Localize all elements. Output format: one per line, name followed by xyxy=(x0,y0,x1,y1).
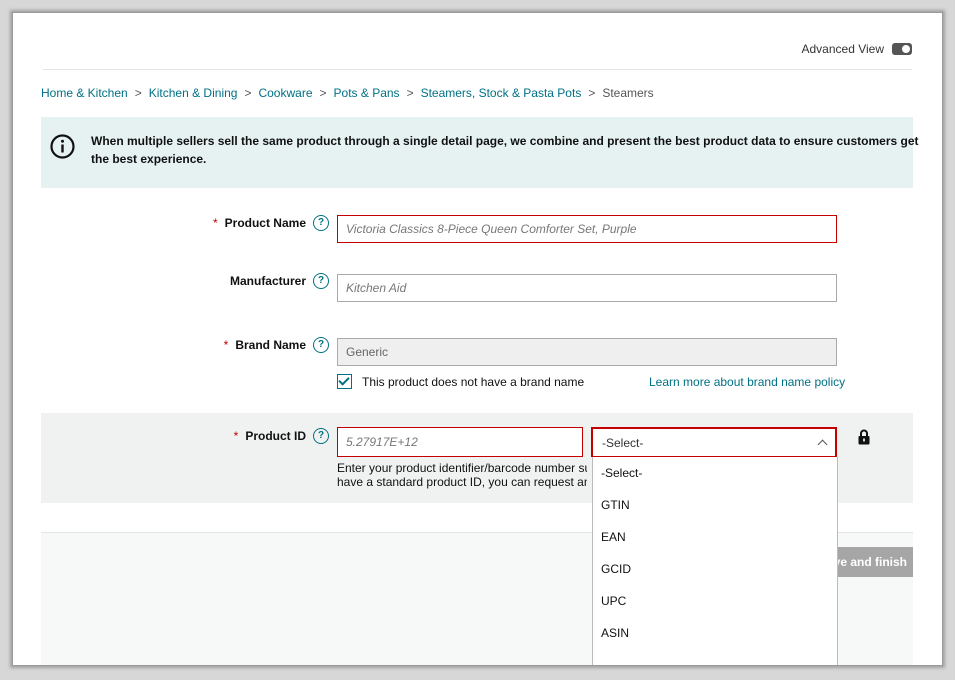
advanced-view-label: Advanced View xyxy=(801,42,885,56)
product-id-value: 5.27917E+12 xyxy=(346,435,418,449)
breadcrumb-separator: > xyxy=(588,86,596,100)
helper-text-line: have a standard product ID, you can requ… xyxy=(337,475,587,489)
breadcrumb-item-steamers-stock-pasta[interactable]: Steamers, Stock & Pasta Pots xyxy=(421,86,582,100)
dropdown-option-ean[interactable]: EAN xyxy=(593,521,837,553)
dropdown-option-select[interactable]: -Select- xyxy=(593,457,837,489)
dropdown-option-gtin[interactable]: GTIN xyxy=(593,489,837,521)
no-brand-checkbox-label: This product does not have a brand name xyxy=(362,374,585,389)
no-brand-checkbox[interactable] xyxy=(337,374,352,389)
dropdown-option-upc[interactable]: UPC xyxy=(593,585,837,617)
breadcrumb-separator: > xyxy=(319,86,327,100)
save-and-finish-button[interactable]: Save and finish xyxy=(831,547,913,577)
breadcrumb-item-home-kitchen[interactable]: Home & Kitchen xyxy=(41,86,128,100)
required-asterisk: * xyxy=(223,338,229,352)
breadcrumb-item-pots-pans[interactable]: Pots & Pans xyxy=(334,86,400,100)
product-name-input[interactable]: Victoria Classics 8-Piece Queen Comforte… xyxy=(337,215,837,243)
breadcrumb: Home & Kitchen > Kitchen & Dining > Cookware… xyxy=(41,86,654,100)
lock-icon xyxy=(858,429,870,445)
breadcrumb-separator: > xyxy=(406,86,414,100)
product-id-label-group: * Product ID ? xyxy=(234,428,329,444)
breadcrumb-separator: > xyxy=(244,86,252,100)
dropdown-option-asin[interactable]: ASIN xyxy=(593,617,837,649)
helper-text-line: Enter your product identifier/barcode nu… xyxy=(337,461,587,475)
info-banner: When multiple sellers sell the same prod… xyxy=(41,117,919,188)
brand-name-label-group: * Brand Name ? xyxy=(224,337,329,353)
divider xyxy=(43,69,912,70)
chevron-up-icon xyxy=(817,439,828,450)
info-message: When multiple sellers sell the same prod… xyxy=(91,134,919,166)
brand-name-value: Generic xyxy=(346,345,389,359)
product-name-label-group: * Product Name ? xyxy=(213,215,329,231)
product-id-label: Product ID xyxy=(245,429,306,443)
product-id-helper-text: Enter your product identifier/barcode nu… xyxy=(337,461,587,489)
breadcrumb-item-cookware[interactable]: Cookware xyxy=(258,86,312,100)
help-icon[interactable]: ? xyxy=(313,428,329,444)
info-icon xyxy=(50,134,75,159)
advanced-view-toggle[interactable]: Advanced View xyxy=(801,42,912,56)
product-id-type-dropdown: -Select- GTIN EAN GCID UPC ASIN xyxy=(592,457,838,665)
app-window: Advanced View Home & Kitchen > Kitchen & D… xyxy=(12,12,943,666)
no-brand-checkbox-row[interactable]: This product does not have a brand name xyxy=(337,374,584,389)
manufacturer-input[interactable]: Kitchen Aid xyxy=(337,274,837,302)
product-name-label: Product Name xyxy=(224,216,306,230)
required-asterisk: * xyxy=(212,216,218,230)
manufacturer-label: Manufacturer xyxy=(229,274,306,288)
toggle-switch-icon[interactable] xyxy=(892,43,912,55)
breadcrumb-item-kitchen-dining[interactable]: Kitchen & Dining xyxy=(149,86,238,100)
help-icon[interactable]: ? xyxy=(313,215,329,231)
product-id-type-select[interactable]: -Select- xyxy=(591,427,837,457)
manufacturer-label-group: Manufacturer ? xyxy=(230,273,329,289)
breadcrumb-current: Steamers xyxy=(602,86,654,100)
product-name-value: Victoria Classics 8-Piece Queen Comforte… xyxy=(346,222,637,236)
required-asterisk: * xyxy=(233,429,239,443)
manufacturer-value: Kitchen Aid xyxy=(346,281,407,295)
help-icon[interactable]: ? xyxy=(313,337,329,353)
product-id-input[interactable]: 5.27917E+12 xyxy=(337,427,583,457)
brand-policy-link[interactable]: Learn more about brand name policy xyxy=(649,375,845,389)
product-id-type-selected: -Select- xyxy=(602,435,644,450)
breadcrumb-separator: > xyxy=(134,86,142,100)
brand-name-label: Brand Name xyxy=(235,338,306,352)
dropdown-option-gcid[interactable]: GCID xyxy=(593,553,837,585)
help-icon[interactable]: ? xyxy=(313,273,329,289)
brand-name-input[interactable]: Generic xyxy=(337,338,837,366)
